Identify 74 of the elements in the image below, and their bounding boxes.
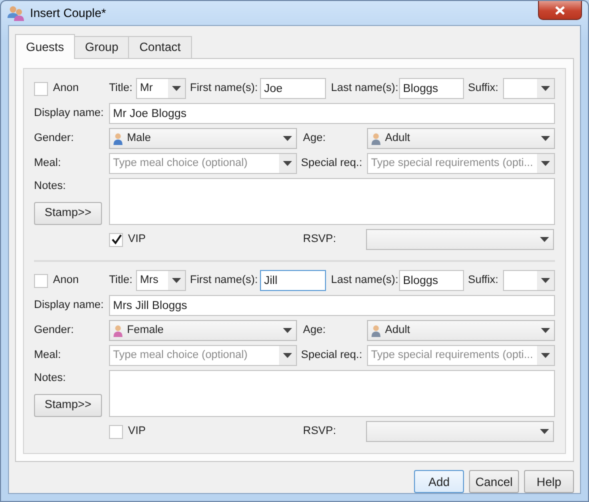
checkbox[interactable]: [34, 274, 48, 288]
dropdown-arrow-icon: [283, 353, 292, 358]
suffix-dropdown[interactable]: [503, 270, 555, 291]
dropdown-arrow-icon: [540, 237, 549, 242]
close-button[interactable]: [538, 1, 582, 20]
field-label: Gender:: [34, 131, 74, 146]
dropdown-arrow-icon: [540, 429, 549, 434]
field-label: Display name:: [34, 298, 104, 314]
display-name-field[interactable]: Mrs Jill Bloggs: [109, 295, 555, 316]
close-icon: [555, 6, 565, 14]
dropdown-arrow-icon: [283, 136, 292, 141]
dropdown-arrow-icon: [541, 136, 550, 141]
dropdown-arrow-icon: [541, 353, 550, 358]
field-label: VIP: [128, 232, 147, 248]
gender-dropdown[interactable]: Male: [109, 128, 297, 149]
dropdown-arrow-icon: [283, 328, 292, 333]
checkbox[interactable]: [109, 424, 123, 438]
checkbox[interactable]: [34, 82, 48, 96]
notes-field[interactable]: [109, 178, 555, 225]
dropdown-arrow-icon: [172, 86, 181, 91]
couple-icon: [7, 5, 25, 21]
last-name-field[interactable]: Bloggs: [399, 78, 464, 99]
dropdown-arrow-icon: [172, 278, 181, 283]
title-dropdown[interactable]: Mr: [136, 78, 186, 99]
field-label: Title:: [109, 273, 134, 288]
last-name-field[interactable]: Bloggs: [399, 270, 464, 291]
field-label: Last name(s):: [331, 273, 399, 288]
field-label: First name(s):: [190, 273, 259, 288]
dialog-button[interactable]: Add: [414, 470, 464, 493]
display-name-field[interactable]: Mr Joe Bloggs: [109, 103, 555, 124]
age-dropdown[interactable]: Adult: [367, 320, 555, 341]
dialog-button[interactable]: Cancel: [469, 470, 519, 493]
field-label: Suffix:: [468, 81, 500, 96]
field-label: VIP: [128, 424, 147, 440]
notes-field[interactable]: [109, 370, 555, 417]
first-name-field[interactable]: Jill: [260, 270, 326, 291]
field-label: RSVP:: [303, 232, 338, 248]
field-label: Suffix:: [468, 273, 500, 288]
field-label: Notes:: [34, 371, 67, 386]
window-title: Insert Couple*: [30, 5, 106, 22]
field-label: Special req.:: [301, 156, 364, 172]
dropdown-arrow-icon: [541, 86, 550, 91]
age-dropdown[interactable]: Adult: [367, 128, 555, 149]
dropdown-arrow-icon: [541, 161, 550, 166]
suffix-dropdown[interactable]: [503, 78, 555, 99]
checkbox[interactable]: [109, 232, 123, 246]
dropdown-arrow-icon: [283, 161, 292, 166]
rsvp-dropdown[interactable]: [366, 229, 554, 250]
dialog-button[interactable]: Help: [524, 470, 574, 493]
tab[interactable]: Contact: [128, 36, 192, 58]
field-label: Last name(s):: [331, 81, 399, 96]
field-label: Age:: [303, 323, 327, 338]
dropdown-arrow-icon: [541, 328, 550, 333]
tab[interactable]: Group: [74, 36, 130, 58]
field-label: Display name:: [34, 106, 104, 122]
field-label: Anon: [53, 81, 79, 96]
dropdown-arrow-icon: [541, 278, 550, 283]
field-label: Title:: [109, 81, 134, 96]
stamp-button[interactable]: Stamp>>: [34, 394, 102, 417]
field-label: Anon: [53, 273, 79, 288]
field-label: Notes:: [34, 179, 67, 194]
field-label: Age:: [303, 131, 327, 146]
field-label: Gender:: [34, 323, 74, 338]
field-label: Special req.:: [301, 348, 364, 364]
title-dropdown[interactable]: Mrs: [136, 270, 186, 291]
field-label: First name(s):: [190, 81, 259, 96]
field-label: Meal:: [34, 348, 61, 364]
first-name-field[interactable]: Joe: [260, 78, 326, 99]
field-label: Meal:: [34, 156, 61, 172]
field-label: RSVP:: [303, 424, 338, 440]
gender-dropdown[interactable]: Female: [109, 320, 297, 341]
tab[interactable]: Guests: [15, 34, 76, 59]
rsvp-dropdown[interactable]: [366, 421, 554, 442]
stamp-button[interactable]: Stamp>>: [34, 202, 102, 225]
